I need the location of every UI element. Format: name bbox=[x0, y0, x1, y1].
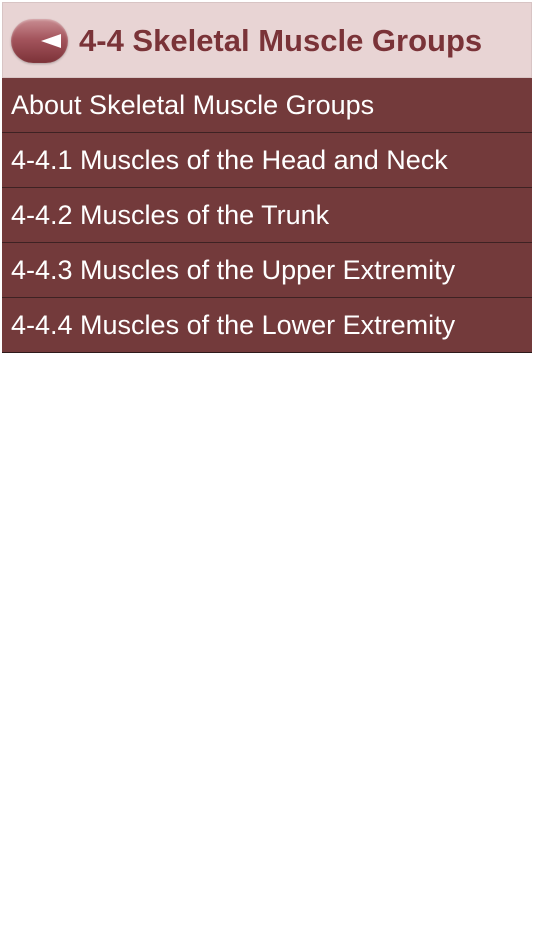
back-arrow-icon bbox=[41, 34, 61, 48]
menu-item-label: 4-4.4 Muscles of the Lower Extremity bbox=[11, 310, 456, 340]
menu-item-label: About Skeletal Muscle Groups bbox=[11, 90, 375, 120]
menu-item-label: 4-4.3 Muscles of the Upper Extremity bbox=[11, 255, 456, 285]
menu-item-lower-extremity[interactable]: 4-4.4 Muscles of the Lower Extremity bbox=[2, 298, 532, 353]
header-bar: 4-4 Skeletal Muscle Groups bbox=[2, 2, 532, 78]
menu-item-head-and-neck[interactable]: 4-4.1 Muscles of the Head and Neck bbox=[2, 133, 532, 188]
back-button[interactable] bbox=[11, 19, 68, 63]
menu-list: About Skeletal Muscle Groups 4-4.1 Muscl… bbox=[2, 78, 532, 353]
menu-item-upper-extremity[interactable]: 4-4.3 Muscles of the Upper Extremity bbox=[2, 243, 532, 298]
menu-item-label: 4-4.1 Muscles of the Head and Neck bbox=[11, 145, 448, 175]
menu-item-label: 4-4.2 Muscles of the Trunk bbox=[11, 200, 330, 230]
menu-item-trunk[interactable]: 4-4.2 Muscles of the Trunk bbox=[2, 188, 532, 243]
menu-item-about[interactable]: About Skeletal Muscle Groups bbox=[2, 78, 532, 133]
app-screen: 4-4 Skeletal Muscle Groups About Skeleta… bbox=[0, 0, 534, 950]
page-title: 4-4 Skeletal Muscle Groups bbox=[79, 23, 483, 58]
